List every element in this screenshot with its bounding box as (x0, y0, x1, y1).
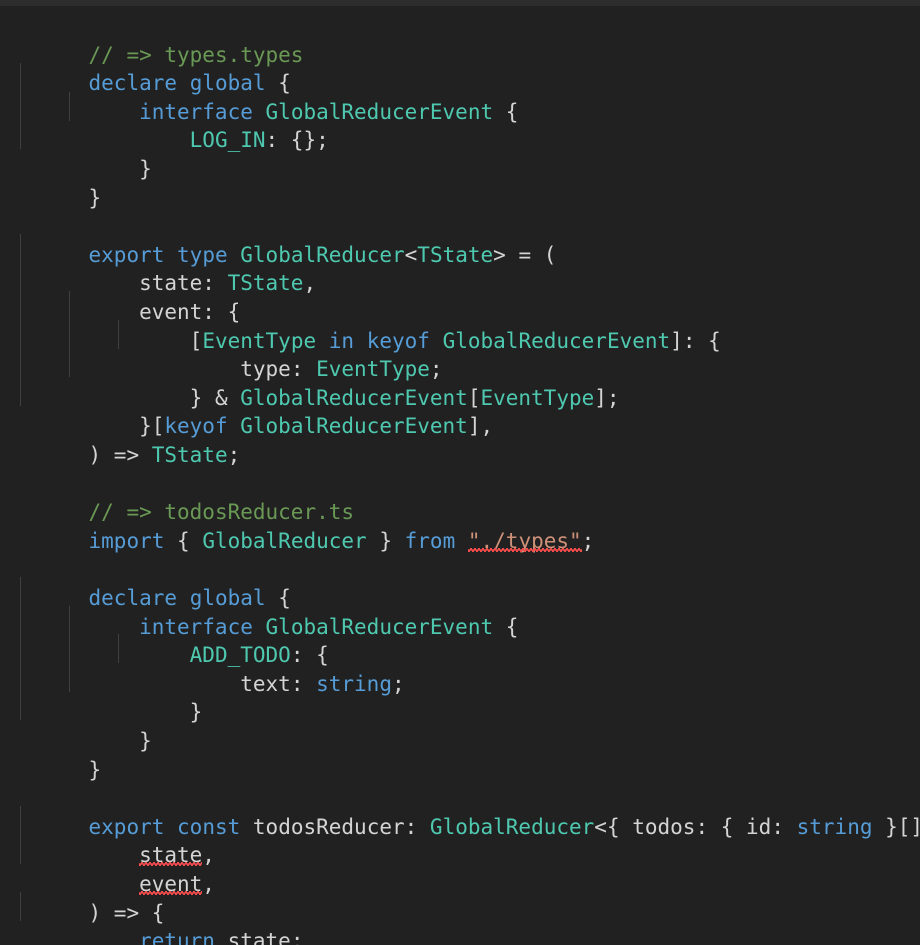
code-line[interactable]: LOG_IN: {}; (0, 98, 920, 152)
code-line[interactable]: } (0, 927, 920, 945)
code-line[interactable]: return state; (0, 899, 920, 945)
code-line[interactable]: state: TState, (0, 241, 920, 295)
code-line[interactable]: interface GlobalReducerEvent { (0, 69, 920, 124)
code-line-blank[interactable] (0, 756, 920, 785)
code-line[interactable]: } (0, 727, 920, 782)
code-editor[interactable]: // => types.types declare global { inter… (0, 0, 920, 945)
code-line[interactable]: } (0, 155, 920, 210)
code-line[interactable]: [EventType in keyof GlobalReducerEvent]:… (0, 298, 920, 353)
code-line[interactable]: // => types.types (0, 12, 920, 67)
code-line[interactable]: declare global { (0, 41, 920, 95)
code-line-blank[interactable] (0, 184, 920, 213)
code-line[interactable]: ) => TState; (0, 412, 920, 467)
code-line[interactable]: }[keyof GlobalReducerEvent], (0, 384, 920, 438)
code-line[interactable]: ADD_TODO: { (0, 613, 920, 667)
code-line[interactable]: } (0, 670, 920, 724)
code-line-blank[interactable] (0, 441, 920, 470)
code-line-blank[interactable] (0, 527, 920, 556)
code-line[interactable]: state, (0, 813, 920, 867)
code-line[interactable]: } (0, 698, 920, 753)
code-line[interactable]: } & GlobalReducerEvent[EventType]; (0, 355, 920, 410)
code-line[interactable]: import { GlobalReducer } from "./types"; (0, 498, 920, 553)
code-line[interactable]: text: string; (0, 641, 920, 696)
code-content-area[interactable]: // => types.types declare global { inter… (0, 6, 920, 945)
code-line[interactable]: type: EventType; (0, 327, 920, 381)
code-line[interactable]: export const todosReducer: GlobalReducer… (0, 784, 920, 839)
code-line[interactable]: } (0, 126, 920, 181)
code-line[interactable]: interface GlobalReducerEvent { (0, 584, 920, 639)
code-line[interactable]: declare global { (0, 555, 920, 610)
code-line[interactable]: event, (0, 841, 920, 896)
code-line[interactable]: // => todosReducer.ts (0, 470, 920, 524)
code-line[interactable]: export type GlobalReducer<TState> = ( (0, 212, 920, 267)
code-line[interactable]: ) => { (0, 870, 920, 925)
code-line[interactable]: event: { (0, 269, 920, 324)
